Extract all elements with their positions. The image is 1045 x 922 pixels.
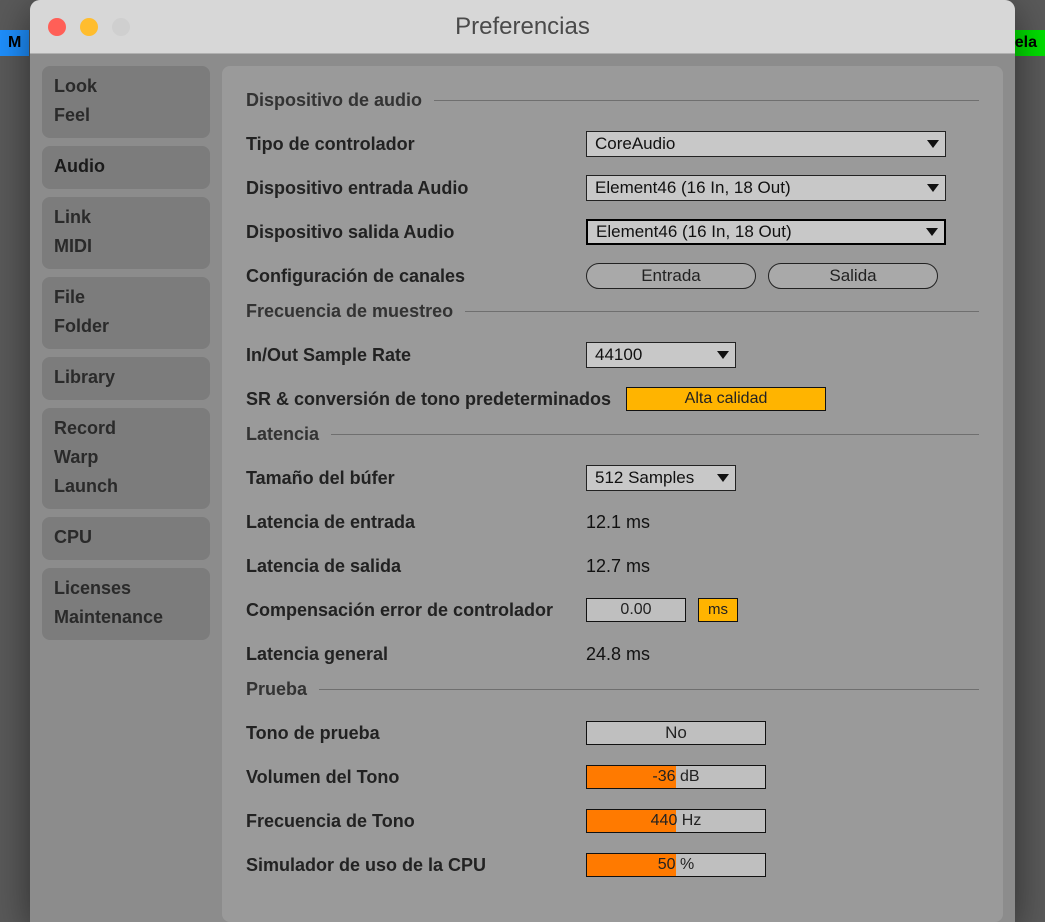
label-overall-latency: Latencia general	[246, 644, 586, 665]
value-input-latency: 12.1 ms	[586, 512, 650, 533]
cpu-sim-slider[interactable]: 50 %	[586, 853, 766, 877]
maximize-icon[interactable]	[112, 18, 130, 36]
chevron-down-icon	[927, 184, 939, 192]
close-icon[interactable]	[48, 18, 66, 36]
sidebar-item-file[interactable]: File	[52, 283, 200, 312]
section-latency: Latencia	[246, 424, 979, 445]
sidebar-group-link: Link MIDI	[42, 197, 210, 269]
label-driver-comp: Compensación error de controlador	[246, 600, 586, 621]
label-sr-pitch: SR & conversión de tono predeterminados	[246, 389, 626, 410]
channel-input-button[interactable]: Entrada	[586, 263, 756, 289]
label-cpu-sim: Simulador de uso de la CPU	[246, 855, 586, 876]
sidebar-item-look[interactable]: Look	[52, 72, 200, 101]
label-buffer-size: Tamaño del búfer	[246, 468, 586, 489]
titlebar: Preferencias	[30, 0, 1015, 54]
sr-pitch-mode-toggle[interactable]: Alta calidad	[626, 387, 826, 411]
label-driver-type: Tipo de controlador	[246, 134, 586, 155]
chevron-down-icon	[926, 228, 938, 236]
tone-freq-slider[interactable]: 440 Hz	[586, 809, 766, 833]
label-test-tone: Tono de prueba	[246, 723, 586, 744]
label-tone-volume: Volumen del Tono	[246, 767, 586, 788]
output-device-select[interactable]: Element46 (16 In, 18 Out)	[586, 219, 946, 245]
bg-fragment-left: M	[0, 30, 29, 56]
sidebar-item-record[interactable]: Record	[52, 414, 200, 443]
sidebar-group-library: Library	[42, 357, 210, 400]
minimize-icon[interactable]	[80, 18, 98, 36]
label-input-latency: Latencia de entrada	[246, 512, 586, 533]
driver-comp-unit-toggle[interactable]: ms	[698, 598, 738, 622]
sidebar-item-cpu[interactable]: CPU	[52, 523, 200, 552]
chevron-down-icon	[927, 140, 939, 148]
section-test: Prueba	[246, 679, 979, 700]
traffic-lights	[48, 18, 130, 36]
value-output-latency: 12.7 ms	[586, 556, 650, 577]
chevron-down-icon	[717, 474, 729, 482]
sidebar-item-folder[interactable]: Folder	[52, 312, 200, 341]
driver-comp-input[interactable]: 0.00	[586, 598, 686, 622]
label-output-latency: Latencia de salida	[246, 556, 586, 577]
sidebar-group-file: File Folder	[42, 277, 210, 349]
window-title: Preferencias	[30, 13, 1015, 41]
sidebar-group-licenses: Licenses Maintenance	[42, 568, 210, 640]
sidebar-item-warp[interactable]: Warp	[52, 443, 200, 472]
test-tone-toggle[interactable]: No	[586, 721, 766, 745]
label-input-device: Dispositivo entrada Audio	[246, 178, 586, 199]
label-sample-rate: In/Out Sample Rate	[246, 345, 586, 366]
sidebar-item-maintenance[interactable]: Maintenance	[52, 603, 200, 632]
label-tone-freq: Frecuencia de Tono	[246, 811, 586, 832]
sidebar-group-cpu: CPU	[42, 517, 210, 560]
sidebar-item-feel[interactable]: Feel	[52, 101, 200, 130]
sidebar-item-audio[interactable]: Audio	[52, 152, 200, 181]
sidebar-group-look: Look Feel	[42, 66, 210, 138]
sidebar-item-licenses[interactable]: Licenses	[52, 574, 200, 603]
preferences-window: Preferencias Look Feel Audio Link MIDI F…	[30, 0, 1015, 922]
input-device-select[interactable]: Element46 (16 In, 18 Out)	[586, 175, 946, 201]
sidebar-item-library[interactable]: Library	[52, 363, 200, 392]
chevron-down-icon	[717, 351, 729, 359]
label-channel-config: Configuración de canales	[246, 266, 586, 287]
sidebar: Look Feel Audio Link MIDI File Folder Li…	[42, 66, 210, 922]
section-sample-rate: Frecuencia de muestreo	[246, 301, 979, 322]
label-output-device: Dispositivo salida Audio	[246, 222, 586, 243]
sidebar-item-midi[interactable]: MIDI	[52, 232, 200, 261]
driver-type-select[interactable]: CoreAudio	[586, 131, 946, 157]
sample-rate-select[interactable]: 44100	[586, 342, 736, 368]
sidebar-group-record: Record Warp Launch	[42, 408, 210, 509]
sidebar-item-launch[interactable]: Launch	[52, 472, 200, 501]
sidebar-group-audio: Audio	[42, 146, 210, 189]
value-overall-latency: 24.8 ms	[586, 644, 650, 665]
buffer-size-select[interactable]: 512 Samples	[586, 465, 736, 491]
tone-volume-slider[interactable]: -36 dB	[586, 765, 766, 789]
channel-output-button[interactable]: Salida	[768, 263, 938, 289]
main-panel: Dispositivo de audio Tipo de controlador…	[222, 66, 1003, 922]
sidebar-item-link[interactable]: Link	[52, 203, 200, 232]
section-audio-device: Dispositivo de audio	[246, 90, 979, 111]
